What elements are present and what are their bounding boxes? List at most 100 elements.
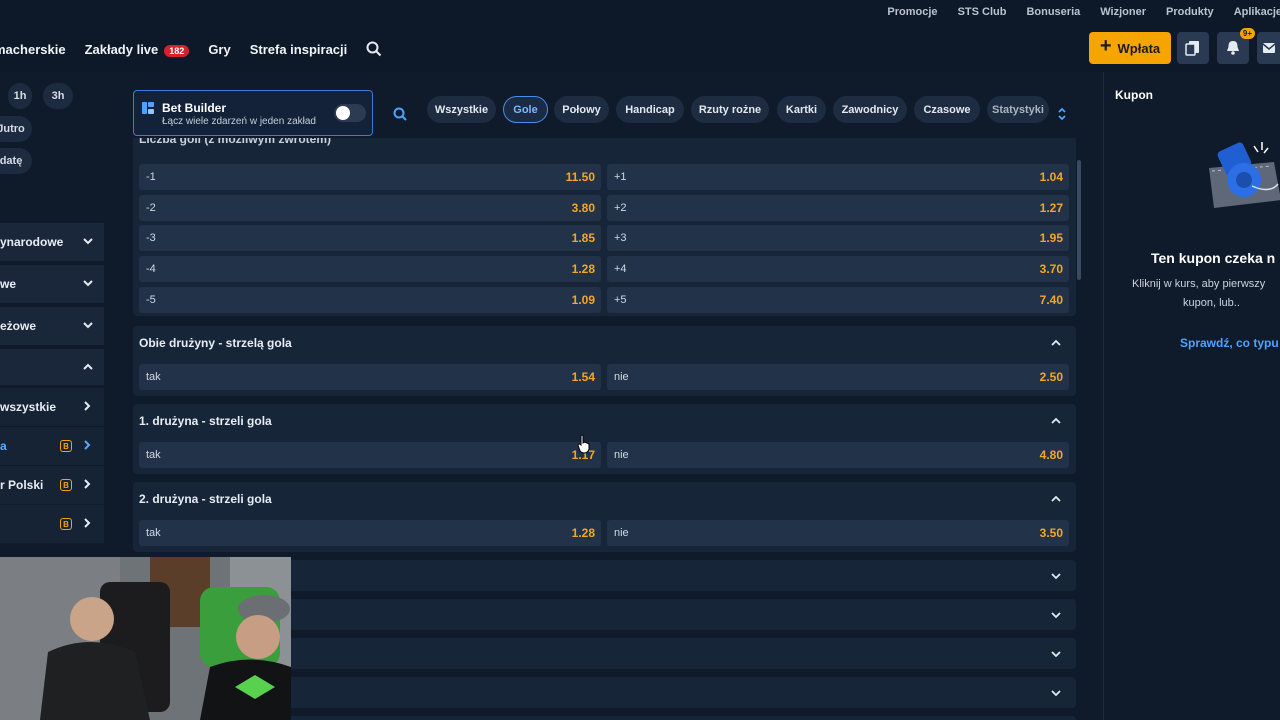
scrollbar[interactable]	[1077, 160, 1081, 280]
odd-button[interactable]: tak 1.17	[139, 442, 601, 468]
time-filter-1h[interactable]: 1h	[8, 83, 32, 109]
odd-button[interactable]: nie 3.50	[607, 520, 1069, 546]
notification-count: 9+	[1239, 28, 1255, 39]
filter-stats[interactable]: Statystyki	[987, 96, 1049, 123]
odd-button[interactable]: tak 1.28	[139, 520, 601, 546]
odd-value: 1.27	[1039, 200, 1063, 215]
coupon-panel: Kupon Ten kupon czeka n Kliknij w kurs, …	[1103, 72, 1280, 720]
deposit-label: Wpłata	[1117, 40, 1161, 56]
category-label: ynarodowe	[0, 235, 64, 249]
chevron-right-icon	[84, 440, 91, 450]
filter-cards[interactable]: Kartki	[777, 96, 826, 123]
link-sts-club[interactable]: STS Club	[958, 6, 1007, 18]
market-team2-score: 2. drużyna - strzeli gola tak 1.28 nie 3.5…	[133, 482, 1076, 552]
filter-players[interactable]: Zawodnicy	[833, 96, 907, 123]
odd-button[interactable]: -5 1.09	[139, 286, 601, 313]
chevron-down-icon	[83, 280, 93, 287]
filter-time[interactable]: Czasowe	[914, 96, 980, 123]
copy-icon	[1185, 41, 1199, 56]
market-title[interactable]: Obie drużyny - strzelą gola	[139, 336, 292, 350]
odd-button[interactable]: tak 1.54	[139, 364, 601, 390]
mail-icon	[1262, 43, 1275, 53]
filter-halves[interactable]: Połowy	[554, 96, 609, 123]
market-title[interactable]: 2. drużyna - strzeli gola	[139, 492, 272, 506]
bet-builder-box[interactable]: Bet Builder Łącz wiele zdarzeń w jeden z…	[133, 90, 373, 136]
utility-bar: Promocje STS Club Bonuseria Wizjoner Pro…	[0, 0, 1280, 26]
filter-corners[interactable]: Rzuty rożne	[691, 96, 769, 123]
odd-button[interactable]: -1 11.50	[139, 164, 601, 190]
time-filter-3h[interactable]: 3h	[43, 83, 73, 109]
sidebar-item-all[interactable]: wszystkie	[0, 388, 104, 426]
link-wizjoner[interactable]: Wizjoner	[1100, 6, 1146, 18]
sidebar-item-4[interactable]: B	[0, 505, 104, 543]
odd-label: -1	[146, 171, 156, 183]
odd-label: tak	[146, 371, 161, 383]
sidebar-category-2[interactable]: we	[0, 265, 104, 303]
odd-button[interactable]: +2 1.27	[607, 194, 1069, 221]
odd-button[interactable]: -2 3.80	[139, 194, 601, 221]
webcam-video	[0, 557, 291, 720]
chevron-down-icon	[1051, 651, 1061, 658]
odd-value: 1.28	[571, 262, 595, 277]
sidebar-item-polish-cup[interactable]: r Polski B	[0, 466, 104, 504]
coupon-check-link[interactable]: Sprawdź, co typu	[1180, 336, 1279, 350]
notifications-button[interactable]: 9+	[1217, 28, 1255, 64]
nav-bookmaker[interactable]: macherskie	[0, 42, 66, 57]
bet-builder-title: Bet Builder	[162, 101, 227, 115]
time-filter-tomorrow[interactable]: Jutro	[0, 116, 32, 142]
bet-builder-subtitle: Łącz wiele zdarzeń w jeden zakład	[162, 116, 316, 127]
nav-games[interactable]: Gry	[208, 42, 230, 57]
market-title[interactable]: 1. drużyna - strzeli gola	[139, 414, 272, 428]
bell-icon	[1227, 41, 1239, 55]
odd-button[interactable]: +3 1.95	[607, 225, 1069, 252]
odd-value: 1.09	[571, 292, 595, 307]
nav-live[interactable]: Zakłady live 182	[85, 42, 190, 57]
live-count-badge: 182	[164, 44, 190, 57]
odd-value: 3.70	[1039, 262, 1063, 277]
sidebar-item-league[interactable]: a B	[0, 427, 104, 465]
odd-label: -2	[146, 201, 156, 214]
chevron-down-icon	[1051, 612, 1061, 619]
market-title: Liczba goli (z możliwym zwrotem)	[139, 138, 332, 146]
chevron-up-icon	[83, 363, 93, 370]
deposit-button[interactable]: + Wpłata	[1089, 32, 1171, 64]
search-icon[interactable]	[366, 41, 382, 57]
filter-all[interactable]: Wszystkie	[427, 96, 496, 123]
chevron-up-icon[interactable]	[1050, 494, 1062, 504]
odd-button[interactable]: nie 4.80	[607, 442, 1069, 468]
hand-cursor-icon	[577, 434, 590, 454]
odd-button[interactable]: -3 1.85	[139, 225, 601, 252]
market-search-icon[interactable]	[393, 107, 407, 121]
messages-button[interactable]	[1257, 32, 1280, 64]
odd-button[interactable]: +5 7.40	[607, 286, 1069, 313]
time-filter-date[interactable]: datę	[0, 148, 32, 174]
link-produkty[interactable]: Produkty	[1166, 6, 1214, 18]
nav-inspiration[interactable]: Strefa inspiracji	[250, 42, 348, 57]
link-bonuseria[interactable]: Bonuseria	[1026, 6, 1080, 18]
coupons-button[interactable]	[1177, 32, 1209, 64]
filter-scroll-icon[interactable]	[1057, 106, 1067, 122]
odd-button[interactable]: nie 2.50	[607, 364, 1069, 390]
bet-builder-toggle[interactable]	[334, 104, 366, 122]
chevron-up-icon[interactable]	[1050, 338, 1062, 348]
filter-handicap[interactable]: Handicap	[616, 96, 684, 123]
link-promocje[interactable]: Promocje	[887, 6, 937, 18]
sidebar-item-label: r Polski	[0, 478, 44, 492]
sidebar-category-3[interactable]: eżowe	[0, 307, 104, 345]
odd-value: 1.85	[571, 231, 595, 246]
sidebar-item-label: a	[0, 439, 7, 453]
chevron-up-icon[interactable]	[1050, 416, 1062, 426]
link-aplikacje[interactable]: Aplikacje	[1234, 6, 1280, 18]
odd-button[interactable]: -4 1.28	[139, 256, 601, 283]
coupon-title: Kupon	[1115, 88, 1153, 102]
odd-label: +3	[614, 232, 627, 245]
sidebar-category-expanded[interactable]	[0, 349, 104, 385]
chevron-down-icon	[83, 322, 93, 329]
sidebar-category-international[interactable]: ynarodowe	[0, 223, 104, 261]
bet-builder-logo-icon	[142, 102, 154, 114]
filter-goals[interactable]: Gole	[503, 96, 548, 123]
webcam-overlay	[0, 557, 291, 720]
odd-label: nie	[614, 527, 629, 539]
odd-button[interactable]: +4 3.70	[607, 256, 1069, 283]
odd-button[interactable]: +1 1.04	[607, 164, 1069, 190]
